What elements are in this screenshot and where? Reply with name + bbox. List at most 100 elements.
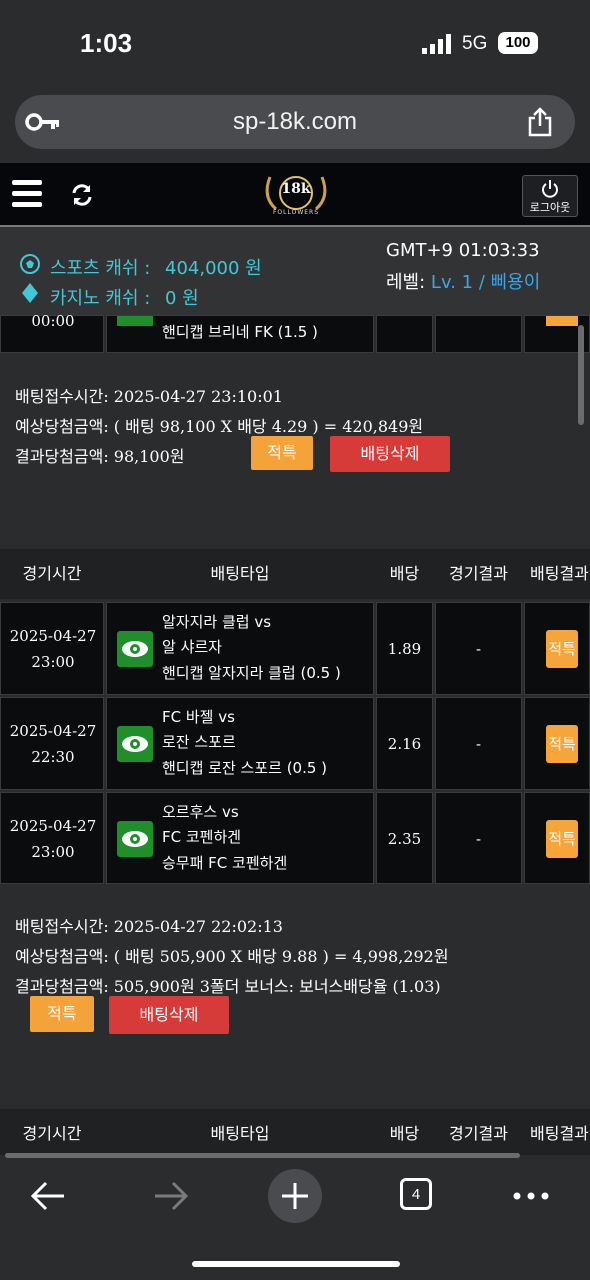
header-bet-result: 배팅결과	[530, 564, 589, 583]
table-row-partial-bet: 핸디캡 브리네 FK (1.5 )	[106, 315, 374, 353]
row-bet-cell: FC 바젤 vs 로잔 스포르 핸디캡 로잔 스포르 (0.5 )	[106, 697, 374, 790]
row-bet-cell: 오르후스 vs FC 코펜하겐 승무패 FC 코펜하겐	[106, 792, 374, 884]
table-header-2: 경기시간 배팅타입 배당 경기결과 배팅결과	[0, 1109, 590, 1155]
power-icon	[542, 180, 558, 198]
row-team-home: 오르후스 vs	[162, 803, 239, 821]
row-bet-pick: 핸디캡 알자지라 클럽 (0.5 )	[162, 664, 341, 682]
row-result: -	[475, 735, 482, 753]
row-odds-cell: 2.35	[376, 792, 433, 884]
site-logo[interactable]: 18k FOLLOWERS	[258, 169, 334, 221]
table-header: 경기시간 배팅타입 배당 경기결과 배팅결과	[0, 549, 590, 599]
slip2-hit-button[interactable]: 적특	[30, 996, 94, 1032]
slip1-hit-button[interactable]: 적특	[251, 436, 313, 470]
vertical-scrollbar[interactable]	[578, 325, 584, 425]
logout-button[interactable]: 로그아웃	[522, 175, 578, 217]
row-odds: 2.16	[387, 735, 422, 753]
row-status-cell: 적특	[524, 792, 590, 884]
row-time: 22:30	[31, 748, 75, 766]
row-status-badge[interactable]: 적특	[546, 630, 578, 668]
eye-icon[interactable]	[117, 316, 153, 326]
slip1-time: 배팅접수시간: 2025-04-27 23:10:01	[15, 387, 283, 406]
network-label: 5G	[462, 33, 488, 54]
row-odds-cell: 2.16	[376, 697, 433, 790]
row-result-cell: -	[435, 602, 522, 695]
forward-arrow-icon[interactable]	[153, 1180, 189, 1212]
row-status-badge[interactable]: 적특	[546, 725, 578, 763]
horizontal-scrollbar[interactable]	[5, 1153, 520, 1158]
header-odds: 배당	[389, 1124, 420, 1143]
clock: 1:03	[80, 28, 133, 58]
tabs-button[interactable]: 4	[400, 1178, 432, 1210]
share-icon[interactable]	[527, 107, 553, 137]
row-status-cell: 적특	[524, 602, 590, 695]
partial-result-cell	[435, 315, 522, 353]
slip2-expected: 예상당첨금액: ( 배팅 505,900 X 배당 9.88 ) = 4,998…	[15, 947, 449, 966]
row-result: -	[475, 640, 482, 658]
refresh-icon[interactable]	[70, 183, 94, 207]
row-time: 23:00	[31, 653, 75, 671]
user-level: 레벨: Lv. 1 / 삐용이	[386, 268, 540, 294]
plus-icon	[282, 1183, 308, 1209]
casino-cash-label: 카지노 캐쉬 :	[50, 288, 151, 309]
row-time: 23:00	[31, 843, 75, 861]
row-date: 2025-04-27	[9, 817, 97, 835]
url-text[interactable]: sp-18k.com	[15, 95, 575, 149]
slip2-time: 배팅접수시간: 2025-04-27 22:02:13	[15, 917, 283, 936]
logo-sub: FOLLOWERS	[272, 209, 320, 216]
new-tab-button[interactable]	[268, 1169, 322, 1223]
sports-cash-label: 스포츠 캐쉬 :	[50, 258, 151, 279]
partial-odds-cell	[376, 315, 433, 353]
slip1-delete-button[interactable]: 배팅삭제	[330, 436, 450, 472]
browser-toolbar: 4	[0, 1160, 590, 1280]
casino-cash-value: 0 원	[165, 288, 199, 309]
row-date: 2025-04-27	[9, 627, 97, 645]
eye-icon[interactable]	[117, 631, 153, 667]
status-bar: 1:03 5G 100	[0, 0, 590, 90]
header-match-time: 경기시간	[22, 1124, 82, 1143]
table-row-partial-time: 00:00	[0, 312, 104, 353]
row-odds-cell: 1.89	[376, 602, 433, 695]
row-bet-cell: 알자지라 클럽 vs 알 샤르자 핸디캡 알자지라 클럽 (0.5 )	[106, 602, 374, 695]
more-icon[interactable]	[513, 1192, 549, 1200]
header-match-result: 경기결과	[449, 1124, 508, 1143]
row-team-away: 로잔 스포르	[162, 733, 236, 751]
row-team-home: 알자지라 클럽 vs	[162, 613, 272, 631]
address-bar[interactable]: sp-18k.com	[15, 95, 575, 149]
eye-icon[interactable]	[117, 726, 153, 762]
gmt-clock: GMT+9 01:03:33	[386, 240, 540, 261]
header-bet-type: 배팅타입	[210, 564, 270, 583]
partial-status-badge[interactable]	[546, 316, 578, 326]
slip1-expected: 예상당첨금액: ( 배팅 98,100 X 배당 4.29 ) = 420,84…	[15, 417, 424, 436]
battery-icon: 100	[498, 32, 538, 54]
row-bet-pick: 승무패 FC 코펜하겐	[162, 854, 288, 872]
row-status-badge[interactable]: 적특	[546, 820, 578, 858]
signal-icon	[422, 34, 451, 54]
row-team-away: 알 샤르자	[162, 638, 222, 656]
site-header: 18k FOLLOWERS 로그아웃	[0, 163, 590, 227]
partial-time: 00:00	[31, 312, 75, 330]
slip2-delete-button[interactable]: 배팅삭제	[109, 996, 229, 1034]
row-team-away: FC 코펜하겐	[162, 828, 242, 846]
header-bet-type: 배팅타입	[210, 1124, 270, 1143]
header-match-time: 경기시간	[22, 564, 82, 583]
level-value[interactable]: Lv. 1 / 삐용이	[431, 272, 540, 293]
eye-icon[interactable]	[117, 821, 153, 857]
menu-icon[interactable]	[12, 179, 42, 209]
row-odds: 2.35	[387, 830, 422, 848]
back-arrow-icon[interactable]	[30, 1180, 66, 1212]
sports-cash-value: 404,000 원	[165, 258, 262, 279]
diamond-icon	[22, 283, 38, 303]
header-bet-result: 배팅결과	[530, 1124, 589, 1143]
home-indicator	[192, 1261, 400, 1267]
table-row: 2025-04-27 22:30	[0, 697, 104, 790]
header-odds: 배당	[389, 564, 420, 583]
slip2-result: 결과당첨금액: 505,900원 3폴더 보너스: 보너스배당율 (1.03)	[15, 977, 441, 996]
slip1-result: 결과당첨금액: 98,100원	[15, 447, 185, 466]
partial-bet: 핸디캡 브리네 FK (1.5 )	[162, 323, 318, 341]
row-result: -	[475, 830, 482, 848]
logo-text: 18k	[281, 181, 311, 197]
row-result-cell: -	[435, 697, 522, 790]
table-row: 2025-04-27 23:00	[0, 792, 104, 884]
level-label: 레벨:	[386, 272, 426, 293]
row-result-cell: -	[435, 792, 522, 884]
